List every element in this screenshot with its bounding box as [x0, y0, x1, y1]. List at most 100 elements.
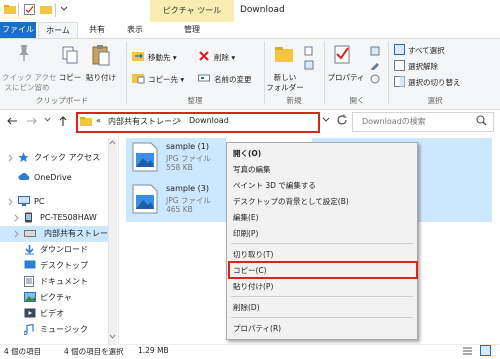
video-icon: [24, 308, 36, 318]
scroll-down-icon[interactable]: [109, 334, 116, 339]
menu-item-paste[interactable]: 貼り付け(P): [227, 279, 417, 294]
refresh-icon[interactable]: [336, 114, 348, 126]
properties-button[interactable]: プロパティ: [326, 72, 366, 83]
nav-item-music[interactable]: ミュージック: [0, 322, 108, 338]
nav-item-download[interactable]: ダウンロード: [0, 242, 108, 258]
search-icon: [476, 115, 487, 126]
up-arrow-icon[interactable]: [58, 115, 68, 127]
tab-file[interactable]: ファイル: [0, 22, 36, 38]
tab-home[interactable]: ホーム: [38, 22, 78, 38]
invert-selection-button[interactable]: 選択の切り替え: [408, 77, 461, 88]
menu-item-edit-photo[interactable]: 写真の編集: [227, 162, 417, 177]
nav-item-label: OneDrive: [34, 173, 72, 182]
menu-item-delete[interactable]: 削除(D): [227, 300, 417, 315]
details-view-icon[interactable]: [462, 346, 473, 356]
file-size: 558 KB: [166, 163, 193, 172]
new-folder-icon[interactable]: [40, 4, 52, 15]
divider: [55, 3, 56, 17]
nav-item-desktop[interactable]: デスクトップ: [0, 258, 108, 274]
nav-item-star[interactable]: クイック アクセス: [0, 150, 108, 166]
menu-item-cut[interactable]: 切り取り(T): [227, 247, 417, 262]
tab-view[interactable]: 表示: [118, 22, 152, 38]
properties-check-icon[interactable]: [24, 4, 35, 15]
nav-item-video[interactable]: ビデオ: [0, 306, 108, 322]
breadcrumb-download[interactable]: Download: [189, 116, 229, 125]
file-name: sample (3): [166, 184, 209, 193]
menu-item-properties[interactable]: プロパティ(R): [227, 321, 417, 336]
chevron-right-icon[interactable]: [8, 154, 14, 162]
group-label-open: 開く: [349, 96, 365, 105]
nav-item-drive[interactable]: 内部共有ストレー: [0, 226, 108, 242]
pin-icon: [16, 44, 32, 62]
rename-button[interactable]: 名前の変更: [214, 74, 252, 85]
nav-item-label: PC-TE508HAW: [40, 213, 97, 222]
chevron-right-icon[interactable]: [14, 230, 20, 238]
large-icons-view-icon[interactable]: [480, 345, 491, 356]
documents-icon: [24, 276, 34, 287]
ribbon-divider: [388, 42, 389, 104]
status-selected-size: 1.29 MB: [138, 346, 169, 355]
menu-separator: [231, 296, 413, 297]
nav-item-pictures[interactable]: ピクチャ: [0, 290, 108, 306]
address-overflow[interactable]: «: [96, 116, 101, 125]
image-file-icon: [132, 184, 158, 214]
properties-icon: [334, 44, 352, 66]
forward-arrow-icon[interactable]: [26, 116, 38, 126]
delete-button[interactable]: 削除 ▾: [214, 52, 235, 63]
nav-item-documents[interactable]: ドキュメント: [0, 274, 108, 290]
search-input[interactable]: Downloadの検索: [362, 116, 426, 127]
new-item-icon[interactable]: [304, 46, 314, 56]
menu-item-open[interactable]: 開く(O): [227, 146, 417, 161]
chevron-down-icon[interactable]: [60, 6, 68, 12]
nav-item-label: PC: [34, 197, 45, 206]
select-all-icon: [394, 44, 405, 55]
select-none-icon: [394, 60, 405, 71]
menu-item-edit-paint3d[interactable]: ペイント 3D で編集する: [227, 178, 417, 193]
menu-item-edit[interactable]: 編集(E): [227, 210, 417, 225]
copy-button[interactable]: コピー: [56, 72, 84, 83]
scroll-up-icon[interactable]: [109, 140, 116, 145]
nav-item-device[interactable]: PC-TE508HAW: [0, 210, 108, 226]
nav-item-label: ドキュメント: [40, 277, 88, 286]
download-icon: [24, 244, 35, 255]
chevron-right-icon[interactable]: [14, 214, 20, 222]
chevron-right-icon[interactable]: [8, 198, 14, 206]
edit-icon[interactable]: [370, 60, 380, 70]
file-name: sample (1): [166, 142, 209, 151]
cloud-icon: [18, 172, 30, 181]
pane-divider: [118, 134, 119, 344]
select-none-button[interactable]: 選択解除: [408, 61, 438, 72]
copy-to-button[interactable]: コピー先 ▾: [148, 74, 184, 85]
nav-scrollbar[interactable]: [108, 138, 117, 344]
address-dropdown-icon[interactable]: [322, 117, 330, 123]
nav-item-label: 内部共有ストレー: [44, 229, 108, 238]
recent-locations-chevron-icon[interactable]: [44, 117, 51, 123]
menu-item-set-desktop-background[interactable]: デスクトップの背景として設定(B): [227, 194, 417, 209]
move-to-button[interactable]: 移動先 ▾: [148, 52, 177, 63]
tab-manage[interactable]: 管理: [150, 22, 234, 38]
tab-share[interactable]: 共有: [80, 22, 114, 38]
star-icon: [18, 152, 29, 163]
divider: [18, 3, 19, 17]
paste-button[interactable]: 貼り付け: [84, 72, 118, 83]
context-menu: 開く(O) 写真の編集 ペイント 3D で編集する デスクトップの背景として設定…: [226, 142, 418, 340]
delete-icon: [198, 50, 210, 62]
paste-icon: [92, 44, 110, 66]
group-label-organize: 整理: [187, 96, 203, 105]
nav-item-pc[interactable]: PC: [0, 194, 108, 210]
group-label-new: 新規: [286, 96, 302, 105]
folder-icon: [80, 116, 92, 127]
back-arrow-icon[interactable]: [6, 116, 18, 126]
breadcrumb-separator: ›: [178, 116, 182, 125]
select-all-button[interactable]: すべて選択: [408, 45, 445, 56]
nav-item-cloud[interactable]: OneDrive: [0, 170, 108, 186]
history-icon[interactable]: [370, 74, 380, 84]
menu-item-print[interactable]: 印刷(P): [227, 226, 417, 241]
pin-quick-access-label-2[interactable]: スにピン留め: [2, 82, 52, 93]
easy-access-icon[interactable]: [304, 60, 314, 70]
desktop-icon: [24, 260, 36, 270]
breadcrumb-internal-storage[interactable]: 内部共有ストレージ: [108, 116, 180, 127]
nav-item-label: デスクトップ: [40, 261, 88, 270]
open-icon[interactable]: [370, 46, 380, 56]
new-folder-button-line2[interactable]: フォルダー: [266, 82, 304, 93]
